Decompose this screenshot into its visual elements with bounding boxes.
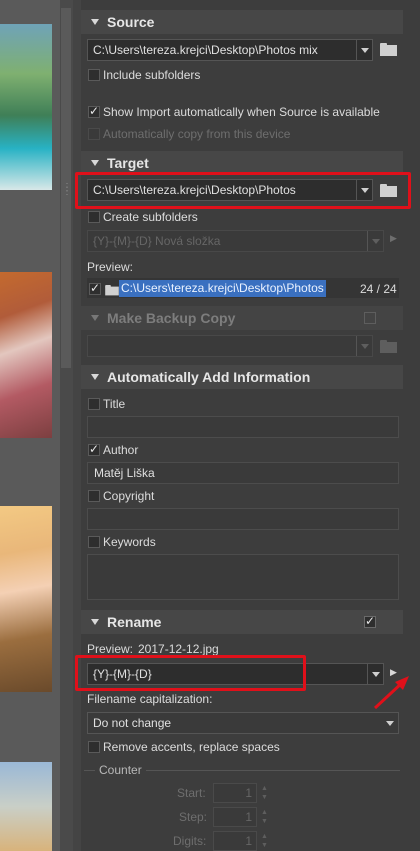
folder-icon bbox=[105, 285, 119, 296]
collapse-triangle-icon bbox=[91, 315, 99, 321]
section-header-rename[interactable]: Rename bbox=[81, 610, 403, 634]
source-path-value: C:\Users\tereza.krejci\Desktop\Photos mi… bbox=[93, 43, 318, 57]
collapse-triangle-icon bbox=[91, 19, 99, 25]
copyright-field[interactable] bbox=[87, 508, 399, 530]
target-preview-label: Preview: bbox=[87, 260, 134, 274]
collapse-triangle-icon bbox=[91, 619, 99, 625]
thumbnail-image[interactable] bbox=[0, 762, 52, 851]
keywords-label: Keywords bbox=[103, 535, 156, 549]
chevron-down-icon[interactable] bbox=[367, 231, 383, 251]
thumbnail-strip bbox=[0, 0, 60, 851]
title-label: Title bbox=[103, 397, 126, 411]
chevron-down-icon[interactable] bbox=[382, 713, 398, 733]
panel-divider[interactable] bbox=[73, 0, 81, 851]
thumbnail-image[interactable] bbox=[0, 506, 52, 692]
section-header-add-info[interactable]: Automatically Add Information bbox=[81, 365, 403, 389]
digits-label: Digits: bbox=[173, 834, 207, 848]
rename-preview-label: Preview: bbox=[87, 642, 134, 656]
section-header-backup[interactable]: Make Backup Copy bbox=[81, 306, 403, 330]
remove-accents-label: Remove accents, replace spaces bbox=[103, 740, 280, 754]
backup-enable-checkbox[interactable] bbox=[364, 312, 376, 324]
folder-browse-icon[interactable] bbox=[380, 340, 397, 353]
title-checkbox[interactable] bbox=[88, 398, 100, 410]
spin-arrows-icon[interactable]: ▲ ▼ bbox=[261, 832, 269, 851]
section-title: Make Backup Copy bbox=[107, 310, 236, 326]
chevron-down-icon[interactable] bbox=[356, 336, 372, 356]
capitalization-label: Filename capitalization: bbox=[87, 692, 213, 706]
include-subfolders-label: Include subfolders bbox=[103, 68, 201, 82]
create-subfolders-checkbox[interactable] bbox=[88, 211, 100, 223]
expand-arrow-icon[interactable]: ▶ bbox=[390, 233, 397, 244]
show-import-checkbox[interactable] bbox=[88, 104, 100, 118]
remove-accents-checkbox[interactable] bbox=[88, 741, 100, 753]
collapse-triangle-icon bbox=[91, 374, 99, 380]
start-label: Start: bbox=[177, 786, 206, 800]
target-preview-count: 24 / 24 bbox=[360, 282, 397, 296]
keywords-checkbox[interactable] bbox=[88, 536, 100, 548]
auto-copy-label: Automatically copy from this device bbox=[103, 127, 291, 141]
capitalization-select[interactable]: Do not change bbox=[87, 712, 399, 734]
thumbnail-image[interactable] bbox=[0, 272, 52, 438]
collapse-triangle-icon bbox=[91, 160, 99, 166]
copyright-checkbox[interactable] bbox=[88, 490, 100, 502]
step-label: Step: bbox=[179, 810, 208, 824]
section-header-source[interactable]: Source bbox=[81, 10, 403, 34]
section-title: Rename bbox=[107, 614, 162, 630]
resize-grip-icon[interactable]: ⋮ ⋮ bbox=[62, 183, 72, 197]
keywords-field[interactable] bbox=[87, 554, 399, 600]
show-import-label: Show Import automatically when Source is… bbox=[103, 105, 380, 119]
rename-enable-checkbox[interactable] bbox=[364, 614, 376, 628]
thumbnail-image[interactable] bbox=[0, 24, 52, 190]
spin-arrows-icon[interactable]: ▲ ▼ bbox=[261, 784, 269, 804]
section-title: Source bbox=[107, 14, 155, 30]
rename-preview-value: 2017-12-12.jpg bbox=[138, 642, 219, 656]
import-settings-panel: Source C:\Users\tereza.krejci\Desktop\Ph… bbox=[75, 0, 420, 851]
title-field[interactable] bbox=[87, 416, 399, 438]
annotation-arrow-icon bbox=[373, 676, 409, 710]
capitalization-value: Do not change bbox=[93, 716, 172, 730]
target-preview-path: C:\Users\tereza.krejci\Desktop\Photos bbox=[119, 280, 326, 297]
preview-folder-checkbox[interactable] bbox=[89, 281, 101, 295]
subfolder-pattern-select[interactable]: {Y}-{M}-{D} Nová složka bbox=[87, 230, 384, 252]
highlight-box bbox=[75, 655, 306, 691]
author-field[interactable]: Matěj Liška bbox=[87, 462, 399, 484]
counter-group-label: Counter bbox=[95, 763, 146, 777]
create-subfolders-label: Create subfolders bbox=[103, 210, 198, 224]
start-spinbox[interactable]: 1 bbox=[213, 783, 257, 803]
author-label: Author bbox=[103, 443, 139, 457]
subfolder-pattern-value: {Y}-{M}-{D} Nová složka bbox=[93, 234, 221, 248]
highlight-box bbox=[75, 172, 411, 209]
source-path-select[interactable]: C:\Users\tereza.krejci\Desktop\Photos mi… bbox=[87, 39, 373, 61]
auto-copy-checkbox[interactable] bbox=[88, 128, 100, 140]
digits-spinbox[interactable]: 1 bbox=[213, 831, 257, 851]
copyright-label: Copyright bbox=[103, 489, 155, 503]
spin-arrows-icon[interactable]: ▲ ▼ bbox=[261, 808, 269, 828]
include-subfolders-checkbox[interactable] bbox=[88, 69, 100, 81]
chevron-down-icon[interactable] bbox=[356, 40, 372, 60]
backup-path-select[interactable] bbox=[87, 335, 373, 357]
folder-browse-icon[interactable] bbox=[380, 43, 397, 56]
section-title: Target bbox=[107, 155, 149, 171]
author-checkbox[interactable] bbox=[88, 442, 100, 456]
section-title: Automatically Add Information bbox=[107, 369, 311, 385]
step-spinbox[interactable]: 1 bbox=[213, 807, 257, 827]
